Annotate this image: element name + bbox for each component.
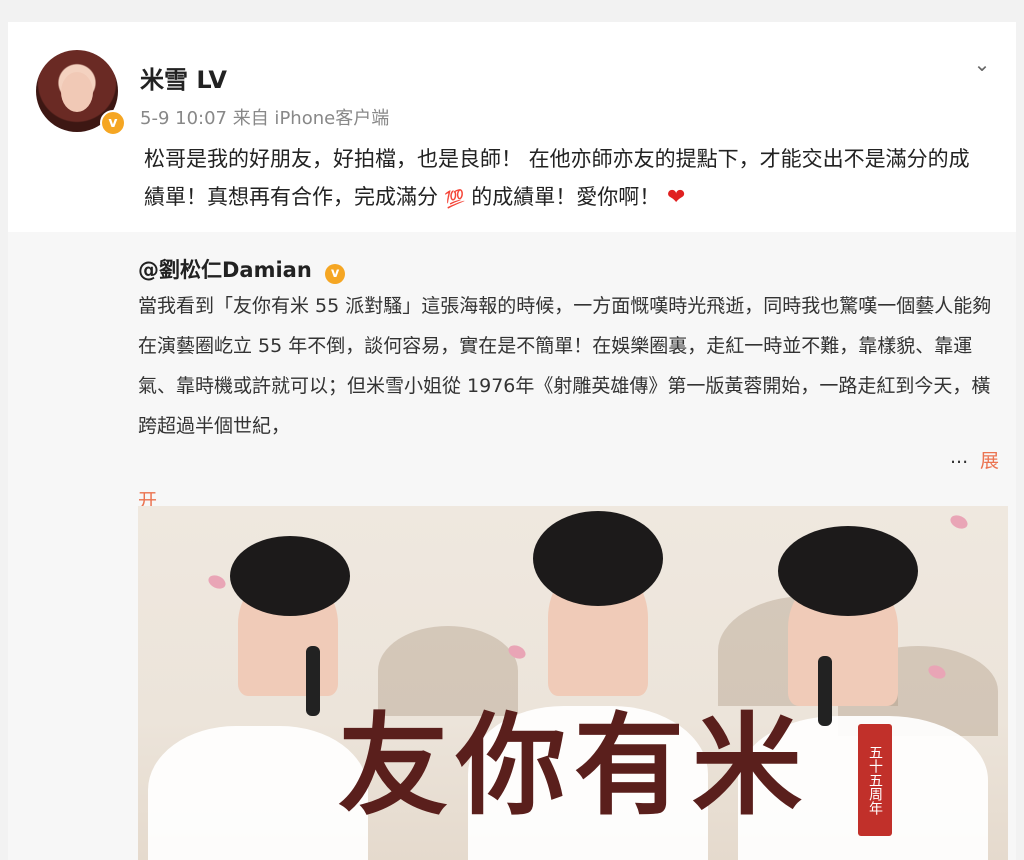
verified-badge-icon: v (100, 110, 126, 136)
expand-link[interactable]: 展 (980, 446, 999, 473)
post-header: v 米雪 LV 5-9 10:07 来自 iPhone客户端 ⌄ (36, 50, 996, 140)
dress-left (148, 726, 368, 860)
username[interactable]: 米雪 LV (140, 60, 227, 95)
repost-author[interactable]: @劉松仁Damian v (138, 254, 346, 284)
post-text-part2: 的成績單！愛你啊！ (471, 185, 661, 209)
hundred-emoji-icon: 💯 (443, 187, 467, 210)
petal-decoration (948, 512, 970, 532)
repost-text: 當我看到「友你有米 55 派對騷」這張海報的時候，一方面慨嘆時光飛逝，同時我也驚… (138, 295, 992, 437)
ellipsis: ... (950, 446, 969, 468)
repost-author-name[interactable]: @劉松仁Damian (138, 258, 312, 282)
petal-decoration (206, 572, 228, 592)
chevron-down-icon[interactable]: ⌄ (968, 50, 996, 78)
avatar-face (61, 72, 93, 112)
weibo-post-card: v 米雪 LV 5-9 10:07 来自 iPhone客户端 ⌄ 松哥是我的好朋… (8, 22, 1016, 860)
heart-icon: ❤ (666, 185, 686, 210)
event-poster-image[interactable]: 友你有米 五十五周年 (138, 506, 1008, 860)
microphone-icon (306, 646, 320, 716)
post-content: 松哥是我的好朋友，好拍檔，也是良師！ 在他亦師亦友的提點下，才能交出不是滿分的成… (144, 140, 974, 218)
reposted-content[interactable]: @劉松仁Damian v 當我看到「友你有米 55 派對騷」這張海報的時候，一方… (8, 232, 1016, 860)
singer-left-hair (230, 536, 350, 616)
post-meta: 5-9 10:07 来自 iPhone客户端 (140, 108, 390, 129)
anniversary-seal: 五十五周年 (858, 724, 892, 836)
verified-badge-icon: v (325, 264, 346, 284)
singer-right-hair (778, 526, 918, 616)
poster-title: 友你有米 (338, 701, 810, 830)
expand-area[interactable]: ... 展 开 (138, 446, 999, 512)
singer-center-hair (533, 511, 663, 606)
